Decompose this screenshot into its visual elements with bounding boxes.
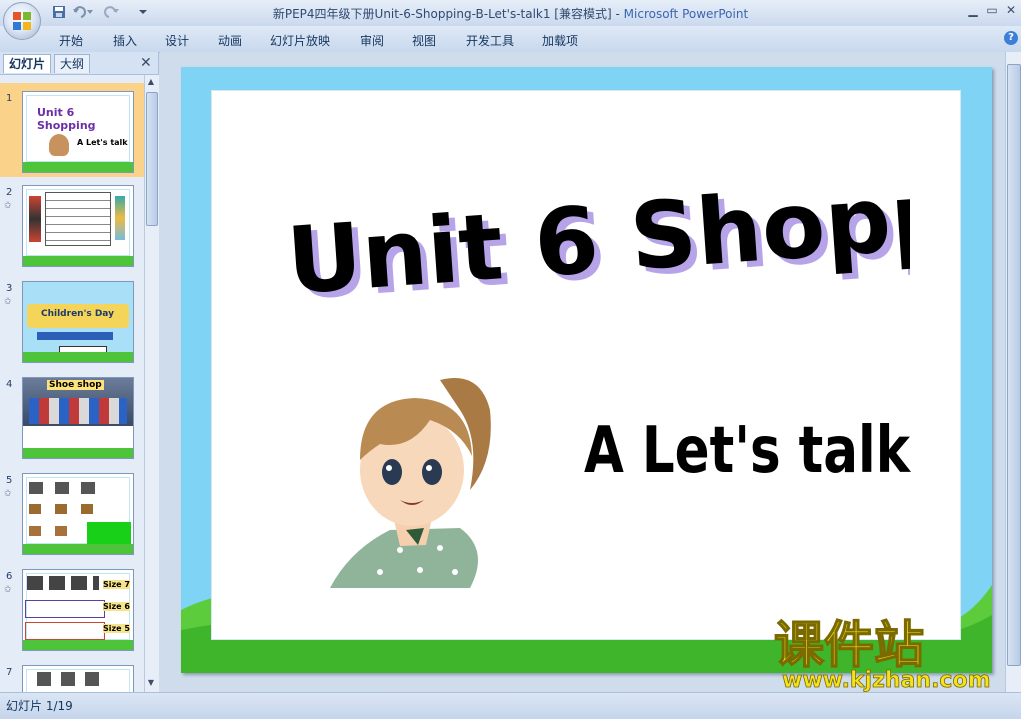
office-logo-icon bbox=[13, 12, 31, 30]
animation-star-icon: ✩ bbox=[4, 201, 12, 211]
slide-number: 1 bbox=[6, 93, 13, 104]
animation-star-icon: ✩ bbox=[4, 489, 12, 499]
animation-star-icon: ✩ bbox=[4, 297, 12, 307]
close-button[interactable]: ✕ bbox=[1001, 3, 1021, 19]
slide-thumbnail[interactable]: Size 7 Size 6 Size 5 bbox=[22, 569, 134, 651]
slide-thumbnail[interactable] bbox=[22, 665, 134, 692]
scroll-down-icon[interactable]: ▼ bbox=[146, 678, 156, 692]
slide-number: 2 bbox=[6, 187, 13, 198]
slide-number: 4 bbox=[6, 379, 13, 390]
tab-review[interactable]: 审阅 bbox=[360, 32, 384, 49]
thumbnail-slot[interactable]: 3 ✩ Children's Day bbox=[0, 273, 144, 367]
scrollbar-thumb[interactable] bbox=[146, 92, 158, 226]
thumbnail-slot[interactable]: 5 ✩ bbox=[0, 465, 144, 559]
thumb-caption: Shoe shop bbox=[47, 380, 104, 390]
tab-addins[interactable]: 加载项 bbox=[542, 32, 578, 49]
tab-animation[interactable]: 动画 bbox=[218, 32, 242, 49]
slide-thumbnail[interactable] bbox=[22, 185, 134, 267]
tab-outline[interactable]: 大纲 bbox=[54, 54, 91, 73]
thumb-caption: Size 7 bbox=[103, 580, 130, 589]
girl-illustration bbox=[330, 378, 491, 588]
tab-slideshow[interactable]: 幻灯片放映 bbox=[270, 32, 330, 49]
maximize-button[interactable]: ▭ bbox=[982, 3, 1002, 19]
thumbnail-slot[interactable]: 1 Unit 6 Shopping A Let's talk bbox=[0, 83, 144, 177]
thumb-caption: Children's Day bbox=[41, 309, 114, 319]
slide-indicator: 幻灯片 1/19 bbox=[6, 699, 73, 713]
window-title: 新PEP4四年级下册Unit-6-Shopping-B-Let's-talk1 … bbox=[272, 7, 749, 21]
tab-home[interactable]: 开始 bbox=[59, 32, 83, 49]
slide-number: 6 bbox=[6, 571, 13, 582]
slide-thumbnail[interactable] bbox=[22, 473, 134, 555]
slide-number: 3 bbox=[6, 283, 13, 294]
thumbnail-slot[interactable]: 4 Shoe shop bbox=[0, 369, 144, 463]
animation-star-icon: ✩ bbox=[4, 585, 12, 595]
tab-design[interactable]: 设计 bbox=[165, 32, 189, 49]
slide-subtitle[interactable]: A Let's talk bbox=[580, 400, 920, 490]
status-bar bbox=[0, 692, 1021, 719]
kjzhan-watermark: 课件站 www.kjzhan.com bbox=[773, 615, 991, 692]
thumbnail-slot[interactable]: 2 ✩ bbox=[0, 177, 144, 271]
slide-thumbnail[interactable]: Shoe shop bbox=[22, 377, 134, 459]
slide-number: 7 bbox=[6, 667, 13, 678]
thumbnail-list: 1 Unit 6 Shopping A Let's talk 2 ✩ 3 ✩ C… bbox=[0, 75, 144, 692]
thumb-caption: Unit 6 Shopping bbox=[37, 106, 96, 132]
slide-thumbnail[interactable]: Unit 6 Shopping A Let's talk bbox=[22, 91, 134, 173]
thumb-subcaption: Size 6 bbox=[103, 602, 130, 611]
slide-thumbnail[interactable]: Children's Day bbox=[22, 281, 134, 363]
tab-slides[interactable]: 幻灯片 bbox=[3, 54, 52, 73]
thumbnail-slot[interactable]: 7 bbox=[0, 657, 144, 692]
minimize-button[interactable]: ▁ bbox=[963, 3, 983, 19]
help-icon[interactable]: ? bbox=[1004, 31, 1018, 45]
tab-developer[interactable]: 开发工具 bbox=[466, 32, 514, 49]
tab-insert[interactable]: 插入 bbox=[113, 32, 137, 49]
watermark-url: www.kjzhan.com bbox=[782, 668, 991, 692]
slide-title[interactable]: Unit 6 Shopping Unit 6 Shopping bbox=[270, 160, 910, 300]
thumbnail-slot[interactable]: 6 ✩ Size 7 Size 6 Size 5 bbox=[0, 561, 144, 655]
thumb-subcaption: A Let's talk bbox=[77, 138, 128, 147]
slide-number: 5 bbox=[6, 475, 13, 486]
scroll-up-icon[interactable]: ▲ bbox=[146, 77, 156, 91]
office-button[interactable] bbox=[3, 2, 41, 40]
slide-scrollbar-thumb[interactable] bbox=[1007, 64, 1021, 666]
subtitle-text: A Let's talk bbox=[584, 414, 911, 488]
watermark-brand: 课件站 bbox=[774, 616, 924, 674]
pane-close-icon[interactable]: ✕ bbox=[140, 55, 152, 71]
tab-view[interactable]: 视图 bbox=[412, 32, 436, 49]
thumb-subcaption: Size 5 bbox=[103, 624, 130, 633]
